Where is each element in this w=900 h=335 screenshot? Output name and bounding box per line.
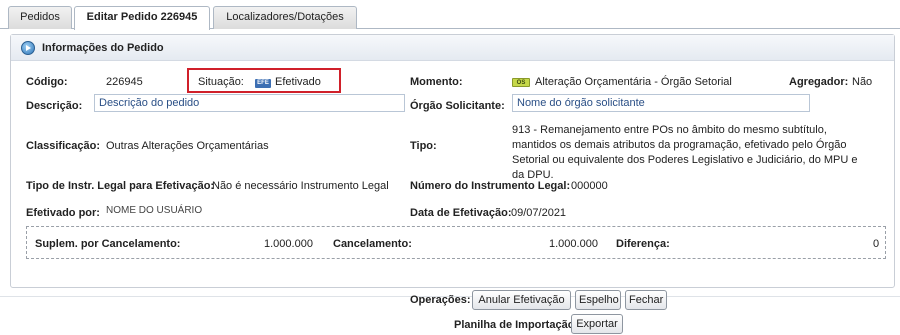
- orgao-solicitante-field[interactable]: Nome do órgão solicitante: [512, 94, 810, 112]
- tab-bar: Pedidos Editar Pedido 226945 Localizador…: [0, 0, 900, 30]
- situacao-value: Efetivado: [275, 76, 321, 88]
- codigo-value: 226945: [106, 76, 143, 88]
- planilha-importacao-label: Planilha de Importação:: [454, 319, 579, 331]
- tipo-instr-legal-value: Não é necessário Instrumento Legal: [212, 180, 389, 192]
- os-status-icon: OS: [512, 78, 530, 87]
- numero-instrumento-label: Número do Instrumento Legal:: [410, 180, 571, 192]
- data-efetivacao-value: 09/07/2021: [511, 207, 567, 219]
- classificacao-label: Classificação:: [26, 140, 100, 152]
- efe-status-icon: EFE: [255, 79, 271, 88]
- cancelamento-value: 1.000.000: [549, 238, 598, 250]
- codigo-label: Código:: [26, 76, 68, 88]
- classificacao-value: Outras Alterações Orçamentárias: [106, 140, 269, 152]
- anular-efetivacao-button[interactable]: Anular Efetivação: [472, 290, 571, 310]
- situacao-label: Situação:: [198, 76, 244, 88]
- suplem-cancelamento-value: 1.000.000: [264, 238, 313, 250]
- descricao-label: Descrição:: [26, 100, 83, 112]
- tab-pedidos[interactable]: Pedidos: [8, 6, 72, 29]
- numero-instrumento-value: 000000: [571, 180, 608, 192]
- tab-localizadores-dotacoes[interactable]: Localizadores/Dotações: [213, 6, 357, 29]
- orgao-solicitante-label: Órgão Solicitante:: [410, 100, 505, 112]
- descricao-field[interactable]: Descrição do pedido: [94, 94, 405, 112]
- tab-editar-pedido[interactable]: Editar Pedido 226945: [74, 6, 210, 30]
- efetivado-por-value: NOME DO USUÁRIO: [106, 205, 203, 216]
- agregador-label: Agregador:: [789, 76, 849, 88]
- panel-title: Informações do Pedido: [42, 42, 164, 54]
- diferenca-label: Diferença:: [616, 238, 670, 250]
- cancelamento-label: Cancelamento:: [333, 238, 412, 250]
- efetivado-por-label: Efetivado por:: [26, 207, 100, 219]
- momento-label: Momento:: [410, 76, 463, 88]
- exportar-button[interactable]: Exportar: [571, 314, 623, 334]
- panel-header: Informações do Pedido: [11, 35, 894, 61]
- tipo-label: Tipo:: [410, 140, 437, 152]
- operacoes-label: Operações:: [410, 294, 471, 306]
- situacao-value-wrap: EFE Efetivado: [255, 76, 321, 88]
- tipo-value: 913 - Remanejamento entre POs no âmbito …: [512, 124, 858, 181]
- momento-value-wrap: OS Alteração Orçamentária - Órgão Setoria…: [512, 76, 732, 88]
- info-arrow-icon[interactable]: [21, 41, 35, 55]
- momento-value: Alteração Orçamentária - Órgão Setorial: [535, 76, 732, 88]
- fechar-button[interactable]: Fechar: [625, 290, 667, 310]
- diferenca-value: 0: [873, 238, 880, 250]
- data-efetivacao-label: Data de Efetivação:: [410, 207, 512, 219]
- tipo-instr-legal-label: Tipo de Instr. Legal para Efetivação:: [26, 180, 215, 192]
- suplem-cancelamento-label: Suplem. por Cancelamento:: [35, 238, 181, 250]
- espelho-button[interactable]: Espelho: [575, 290, 621, 310]
- agregador-value: Não: [852, 76, 873, 88]
